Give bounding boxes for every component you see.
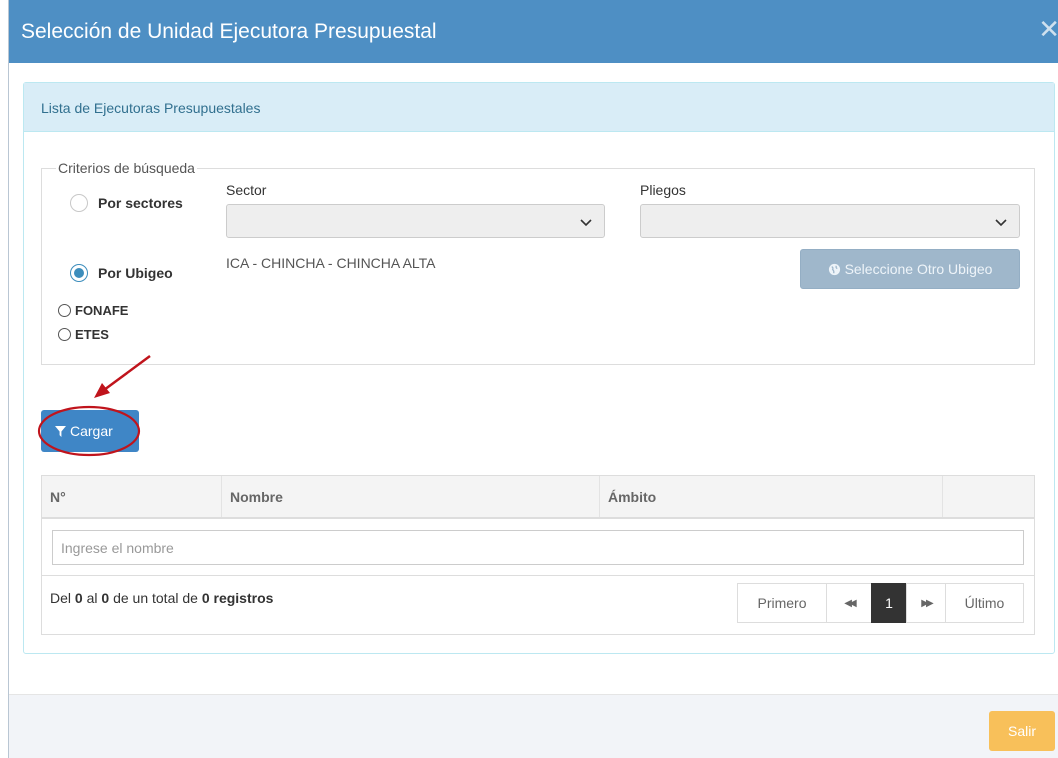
radio-fonafe-label: FONAFE <box>75 303 129 318</box>
modal-dialog: Selección de Unidad Ejecutora Presupuest… <box>8 0 1058 758</box>
close-icon[interactable]: ✕ <box>1038 16 1058 42</box>
table-info: Del 0 al 0 de un total de 0 registros <box>50 590 273 606</box>
filter-icon <box>55 425 66 437</box>
column-header-actions <box>943 476 1034 517</box>
pagination-prev-icon[interactable]: ◀◀ <box>826 583 872 623</box>
pagination-next-icon[interactable]: ▶▶ <box>906 583 946 623</box>
pagination-last[interactable]: Último <box>945 583 1024 623</box>
search-criteria-fieldset: Criterios de búsqueda Por sectores Secto… <box>41 160 1035 365</box>
pagination-first[interactable]: Primero <box>737 583 827 623</box>
radio-sectores-label: Por sectores <box>98 195 183 211</box>
pliegos-label: Pliegos <box>640 182 686 198</box>
info-mid: al <box>86 590 98 606</box>
criteria-legend: Criterios de búsqueda <box>58 160 195 176</box>
modal-title: Selección de Unidad Ejecutora Presupuest… <box>21 19 437 43</box>
info-prefix: Del <box>50 590 72 606</box>
radio-por-sectores[interactable]: Por sectores <box>70 194 183 212</box>
salir-button[interactable]: Salir <box>989 711 1055 751</box>
info-to: 0 <box>101 590 110 606</box>
ejecutoras-panel: Lista de Ejecutoras Presupuestales Crite… <box>23 82 1055 654</box>
radio-ubigeo-circle[interactable] <box>70 264 88 282</box>
radio-fonafe-circle[interactable] <box>58 304 71 317</box>
modal-footer: Salir <box>9 694 1058 758</box>
select-ubigeo-button[interactable]: Seleccione Otro Ubigeo <box>800 249 1020 289</box>
filter-row <box>42 519 1034 576</box>
pagination-current-page[interactable]: 1 <box>871 583 907 623</box>
cargar-button[interactable]: Cargar <box>41 410 139 452</box>
table-header: N° Nombre Ámbito <box>42 476 1034 519</box>
ubigeo-value: ICA - CHINCHA - CHINCHA ALTA <box>226 255 436 271</box>
radio-etes-label: ETES <box>75 327 109 342</box>
column-header-numero[interactable]: N° <box>42 476 222 517</box>
info-from: 0 <box>74 590 83 606</box>
info-total: 0 registros <box>201 590 274 606</box>
column-header-nombre[interactable]: Nombre <box>222 476 600 517</box>
ejecutoras-table: N° Nombre Ámbito Del 0 al 0 de un total … <box>41 475 1035 635</box>
radio-fonafe[interactable]: FONAFE <box>58 303 128 318</box>
modal-header: Selección de Unidad Ejecutora Presupuest… <box>9 0 1058 63</box>
radio-etes[interactable]: ETES <box>58 327 109 342</box>
sector-label: Sector <box>226 182 267 198</box>
cargar-label: Cargar <box>70 423 113 439</box>
select-ubigeo-label: Seleccione Otro Ubigeo <box>844 261 993 277</box>
info-mid2: de un total de <box>113 590 198 606</box>
radio-etes-circle[interactable] <box>58 328 71 341</box>
panel-heading: Lista de Ejecutoras Presupuestales <box>24 83 1054 132</box>
chevron-down-icon <box>995 219 1007 227</box>
radio-ubigeo-label: Por Ubigeo <box>98 265 173 281</box>
chevron-down-icon <box>580 219 592 227</box>
column-header-ambito[interactable]: Ámbito <box>600 476 943 517</box>
nombre-filter-input[interactable] <box>52 530 1024 565</box>
sector-select[interactable] <box>226 204 605 238</box>
radio-por-ubigeo[interactable]: Por Ubigeo <box>70 264 173 282</box>
radio-sectores-circle[interactable] <box>70 194 88 212</box>
pliegos-select[interactable] <box>640 204 1020 238</box>
globe-icon <box>828 263 840 275</box>
pagination: Primero ◀◀ 1 ▶▶ Último <box>737 583 1024 623</box>
